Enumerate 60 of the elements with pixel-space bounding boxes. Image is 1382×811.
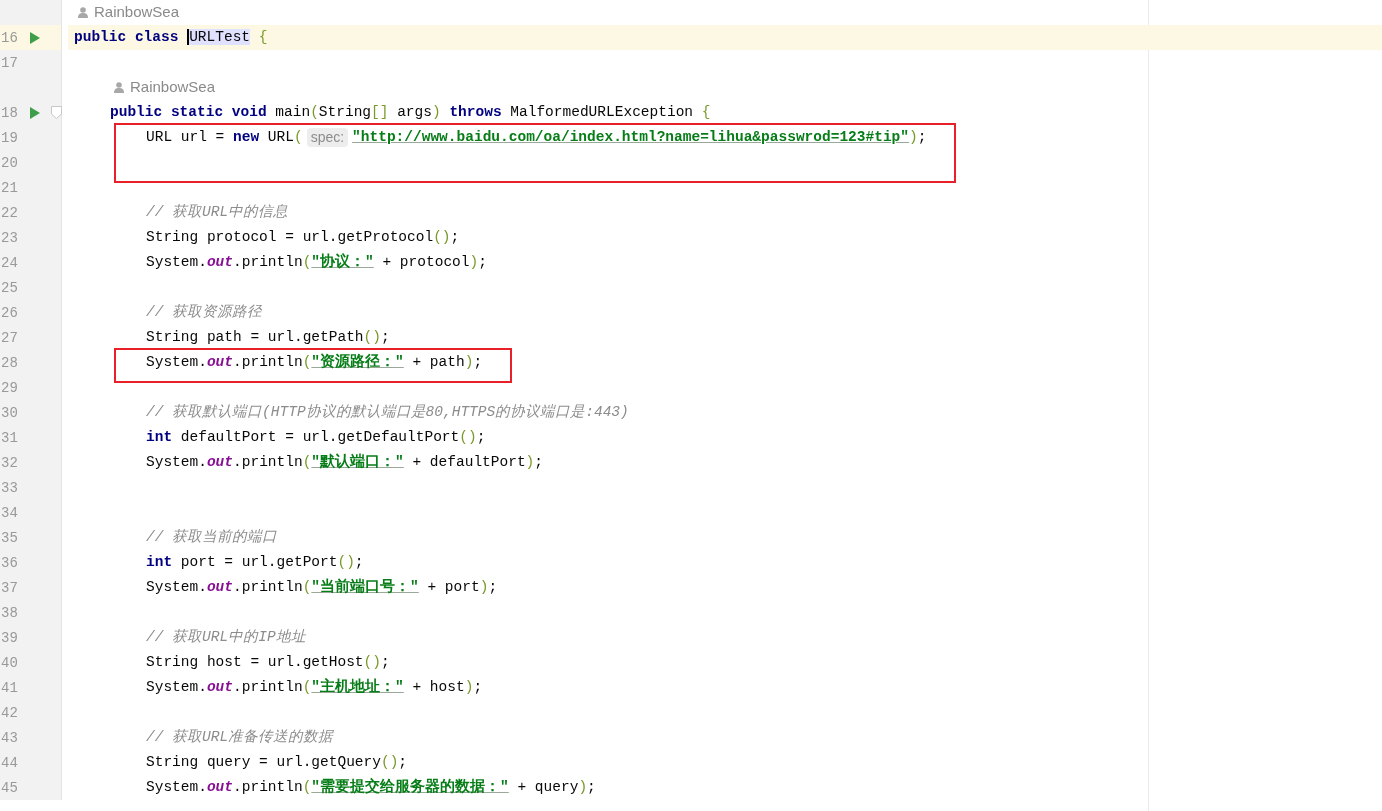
- code-text: String protocol = url.getProtocol();: [146, 227, 460, 247]
- run-icon[interactable]: [30, 31, 40, 44]
- line-number: 22: [0, 204, 18, 221]
- line-number: 38: [0, 604, 18, 621]
- person-icon: [78, 7, 88, 18]
- code-text: public static void main(String[] args) throws MalformedURLException {: [110, 102, 711, 122]
- line-number: 21: [0, 179, 18, 196]
- line-number: 30: [0, 404, 18, 421]
- line-number: 36: [0, 554, 18, 571]
- line-number: 16: [0, 29, 18, 46]
- line-number: 23: [0, 229, 18, 246]
- line-number: 19: [0, 129, 18, 146]
- line-number: 18: [0, 104, 18, 121]
- line-number: 35: [0, 529, 18, 546]
- code-comment: // 获取URL中的IP地址: [146, 627, 306, 647]
- line-number: 26: [0, 304, 18, 321]
- line-number: 41: [0, 679, 18, 696]
- code-comment: // 获取URL中的信息: [146, 202, 289, 222]
- line-number: 43: [0, 729, 18, 746]
- code-text: int port = url.getPort();: [146, 552, 364, 572]
- code-text: public class URLTest {: [74, 27, 268, 47]
- line-number: 40: [0, 654, 18, 671]
- line-number: 17: [0, 54, 18, 71]
- line-number: 37: [0, 579, 18, 596]
- author-hint[interactable]: RainbowSea: [78, 1, 180, 24]
- code-text: System.out.println("默认端口：" + defaultPort);: [146, 452, 543, 472]
- line-number: 34: [0, 504, 18, 521]
- code-text: String path = url.getPath();: [146, 327, 390, 347]
- code-text: System.out.println("资源路径：" + path);: [146, 352, 483, 372]
- code-comment: // 获取当前的端口: [146, 527, 278, 547]
- code-text: String query = url.getQuery();: [146, 752, 408, 772]
- line-number: 29: [0, 379, 18, 396]
- code-comment: // 获取默认端口(HTTP协议的默认端口是80,HTTPS的协议端口是:443): [146, 402, 629, 422]
- line-number: 45: [0, 779, 18, 796]
- line-number: 33: [0, 479, 18, 496]
- line-number: 28: [0, 354, 18, 371]
- code-text: System.out.println("主机地址：" + host);: [146, 677, 483, 697]
- code-comment: // 获取URL准备传送的数据: [146, 727, 334, 747]
- code-text: System.out.println("协议：" + protocol);: [146, 252, 487, 272]
- code-text: int defaultPort = url.getDefaultPort();: [146, 427, 486, 447]
- code-comment: // 获取资源路径: [146, 302, 263, 322]
- author-hint[interactable]: RainbowSea: [114, 76, 216, 99]
- line-number: 42: [0, 704, 18, 721]
- code-text: System.out.println("当前端口号：" + port);: [146, 577, 498, 597]
- line-number: 25: [0, 279, 18, 296]
- line-number: 44: [0, 754, 18, 771]
- parameter-hint: spec:: [306, 128, 349, 147]
- line-number: 39: [0, 629, 18, 646]
- line-number: 27: [0, 329, 18, 346]
- fold-icon[interactable]: [50, 106, 62, 119]
- code-text: String host = url.getHost();: [146, 652, 390, 672]
- run-icon[interactable]: [30, 106, 40, 119]
- line-number: 20: [0, 154, 18, 171]
- person-icon: [114, 82, 124, 93]
- code-text: System.out.println("需要提交给服务器的数据：" + query);: [146, 777, 596, 797]
- line-number: 24: [0, 254, 18, 271]
- line-number: 31: [0, 429, 18, 446]
- code-text: "http://www.baidu.com/oa/index.html?name=lihua&passwrod=123#tip");: [352, 127, 927, 147]
- line-number: 32: [0, 454, 18, 471]
- code-text: URL url = new URL(: [146, 127, 303, 147]
